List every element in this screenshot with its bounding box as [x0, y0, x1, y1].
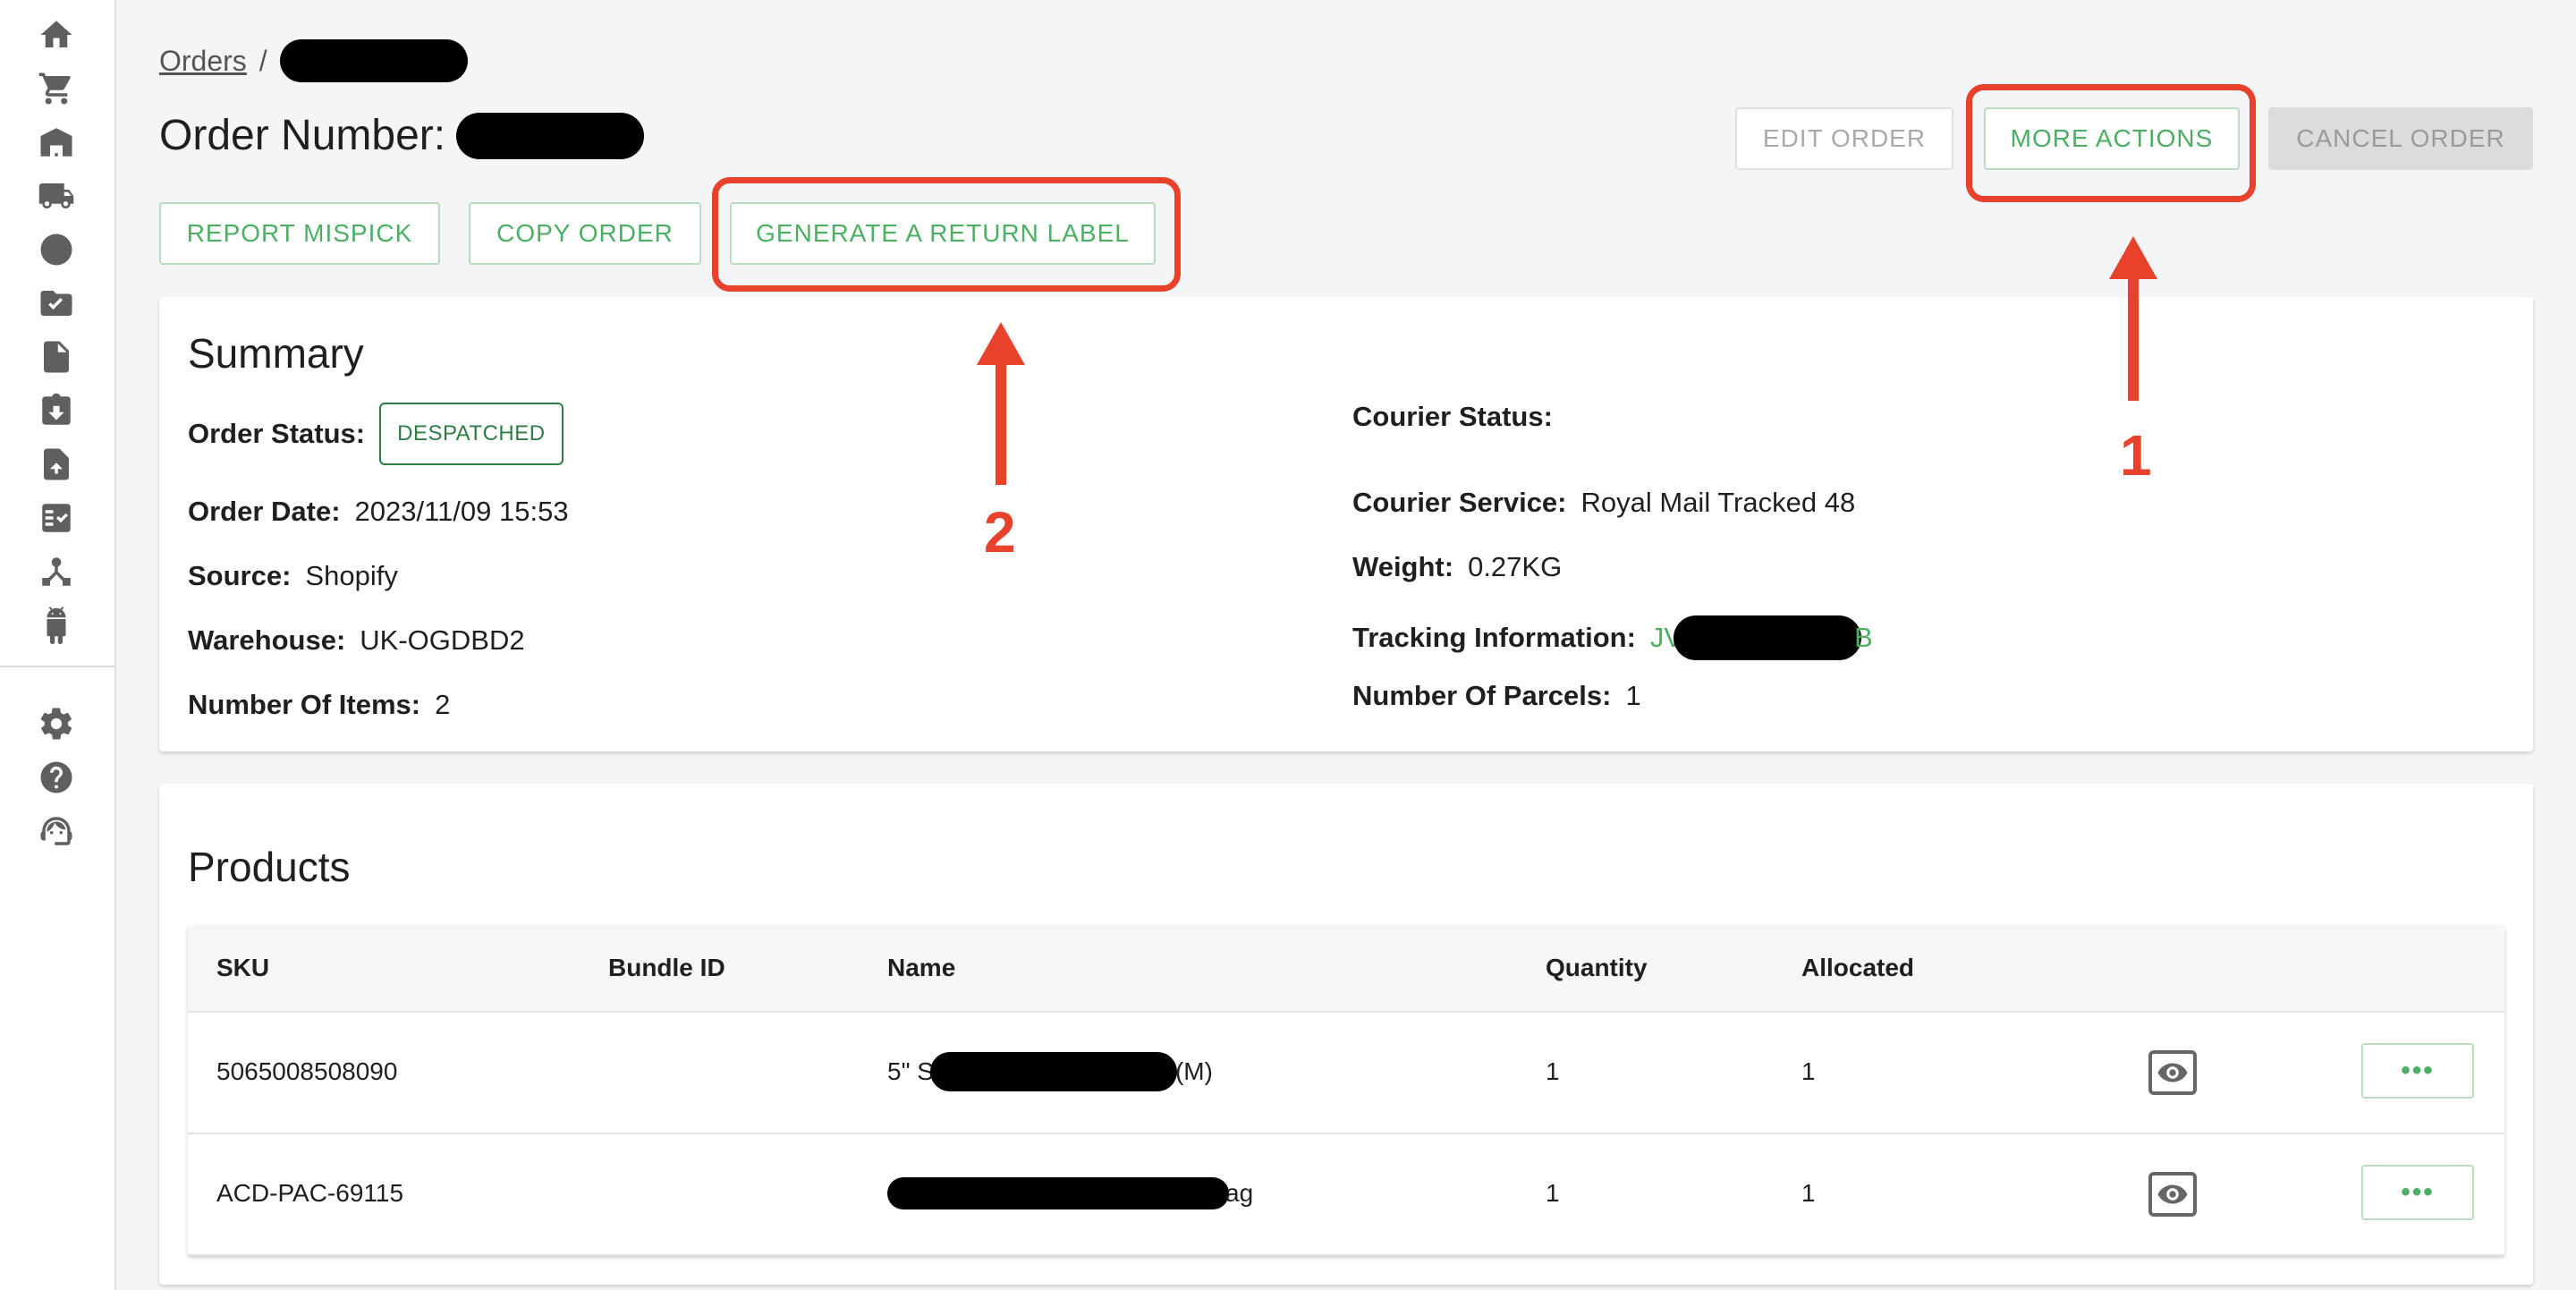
- tracking-suffix: B: [1854, 622, 1873, 653]
- table-row: 5065008508090 5" S (M) 1 1 •••: [188, 1011, 2504, 1134]
- weight-label: Weight:: [1352, 551, 1454, 582]
- help-icon[interactable]: [36, 757, 77, 798]
- breadcrumb-orders-link[interactable]: Orders: [159, 45, 247, 78]
- source-label: Source:: [188, 560, 292, 591]
- report-mispick-button[interactable]: REPORT MISPICK: [159, 202, 440, 265]
- parcels-label: Number Of Parcels:: [1352, 680, 1612, 711]
- support-agent-icon[interactable]: [36, 810, 77, 852]
- folder-check-icon[interactable]: [36, 283, 77, 324]
- redacted-tracking-number: [1674, 615, 1862, 660]
- cart-icon[interactable]: [36, 68, 77, 109]
- warehouse-icon[interactable]: [36, 122, 77, 163]
- courier-service-field: Courier Service: Royal Mail Tracked 48: [1352, 487, 1855, 519]
- row-name: ag: [887, 1133, 1253, 1254]
- page-title-label: Order Number:: [159, 112, 446, 159]
- status-badge: DESPATCHED: [379, 403, 564, 465]
- row-allocated: 1: [1801, 1057, 1816, 1085]
- checklist-icon[interactable]: [36, 497, 77, 539]
- table-header: SKU Bundle ID Name Quantity Allocated: [188, 925, 2504, 1013]
- tracking-link[interactable]: JV B: [1650, 615, 1873, 660]
- order-date-label: Order Date:: [188, 496, 341, 527]
- redacted-order-id: [279, 39, 468, 82]
- edit-order-button[interactable]: EDIT ORDER: [1735, 107, 1953, 170]
- column-allocated: Allocated: [1801, 954, 1915, 981]
- view-eye-icon[interactable]: [2148, 1172, 2197, 1217]
- copy-order-button[interactable]: COPY ORDER: [469, 202, 701, 265]
- document-icon[interactable]: [36, 336, 77, 378]
- annotation-arrow-up-2: [977, 322, 1025, 485]
- row-name-suffix: (M): [1174, 1057, 1213, 1085]
- warehouse-field: Warehouse: UK-OGDBD2: [188, 624, 525, 657]
- products-title: Products: [188, 844, 351, 890]
- courier-service-value: Royal Mail Tracked 48: [1580, 487, 1856, 518]
- redacted-order-number: [456, 112, 645, 159]
- sidebar: [0, 0, 116, 1290]
- products-table: SKU Bundle ID Name Quantity Allocated 50…: [188, 925, 2504, 1256]
- table-row: ACD-PAC-69115 ag 1 1 •••: [188, 1133, 2504, 1256]
- row-name: 5" S (M): [887, 1011, 1213, 1133]
- inbound-icon[interactable]: [36, 390, 77, 431]
- weight-value: 0.27KG: [1468, 551, 1563, 582]
- parcels-field: Number Of Parcels: 1: [1352, 680, 1641, 712]
- row-name-prefix: 5" S: [887, 1057, 934, 1085]
- annotation-box-return-label: [712, 177, 1181, 292]
- annotation-number-2: 2: [984, 500, 1016, 564]
- row-more-button[interactable]: •••: [2361, 1043, 2474, 1099]
- annotation-number-1: 1: [2120, 423, 2152, 488]
- courier-status-field: Courier Status:: [1352, 401, 1567, 433]
- weight-field: Weight: 0.27KG: [1352, 551, 1562, 583]
- breadcrumb-separator: /: [258, 44, 267, 77]
- view-eye-icon[interactable]: [2148, 1050, 2197, 1095]
- page-title: Order Number:: [159, 111, 645, 160]
- row-allocated: 1: [1801, 1179, 1816, 1207]
- courier-service-label: Courier Service:: [1352, 487, 1567, 518]
- column-quantity: Quantity: [1546, 954, 1648, 981]
- order-status-label: Order Status:: [188, 418, 366, 449]
- redacted-product-name: [887, 1177, 1229, 1209]
- row-quantity: 1: [1546, 1057, 1560, 1085]
- row-sku: ACD-PAC-69115: [216, 1179, 404, 1207]
- parcels-value: 1: [1625, 680, 1641, 711]
- source-value: Shopify: [305, 560, 398, 591]
- column-name: Name: [887, 954, 956, 981]
- column-bundle-id: Bundle ID: [608, 954, 725, 981]
- source-field: Source: Shopify: [188, 560, 398, 592]
- row-sku: 5065008508090: [216, 1057, 398, 1085]
- returns-icon[interactable]: [36, 229, 77, 270]
- items-count-label: Number Of Items:: [188, 689, 421, 720]
- sidebar-divider: [0, 666, 114, 667]
- row-quantity: 1: [1546, 1179, 1560, 1207]
- order-date-field: Order Date: 2023/11/09 15:53: [188, 496, 569, 528]
- cancel-order-button[interactable]: CANCEL ORDER: [2268, 107, 2533, 170]
- android-icon[interactable]: [36, 605, 77, 646]
- redacted-product-name: [929, 1052, 1177, 1091]
- warehouse-value: UK-OGDBD2: [360, 624, 525, 656]
- row-name-suffix: ag: [1225, 1179, 1254, 1207]
- upload-file-icon[interactable]: [36, 444, 77, 485]
- summary-title: Summary: [188, 330, 364, 377]
- items-count-value: 2: [435, 689, 451, 720]
- order-status-field: Order Status: DESPATCHED: [188, 403, 564, 465]
- tracking-label: Tracking Information:: [1352, 622, 1636, 653]
- row-more-button[interactable]: •••: [2361, 1165, 2474, 1220]
- truck-icon[interactable]: [36, 175, 77, 216]
- order-date-value: 2023/11/09 15:53: [354, 496, 569, 527]
- hierarchy-icon[interactable]: [36, 551, 77, 592]
- column-sku: SKU: [216, 954, 270, 981]
- tracking-field: Tracking Information: JV B: [1352, 615, 1873, 660]
- gear-icon[interactable]: [36, 703, 77, 744]
- warehouse-label: Warehouse:: [188, 624, 346, 656]
- annotation-arrow-up-1: [2109, 236, 2157, 401]
- courier-status-label: Courier Status:: [1352, 401, 1553, 432]
- breadcrumb: Orders /: [159, 39, 468, 82]
- annotation-box-more-actions: [1966, 84, 2256, 202]
- home-icon[interactable]: [36, 14, 77, 55]
- items-count-field: Number Of Items: 2: [188, 689, 450, 721]
